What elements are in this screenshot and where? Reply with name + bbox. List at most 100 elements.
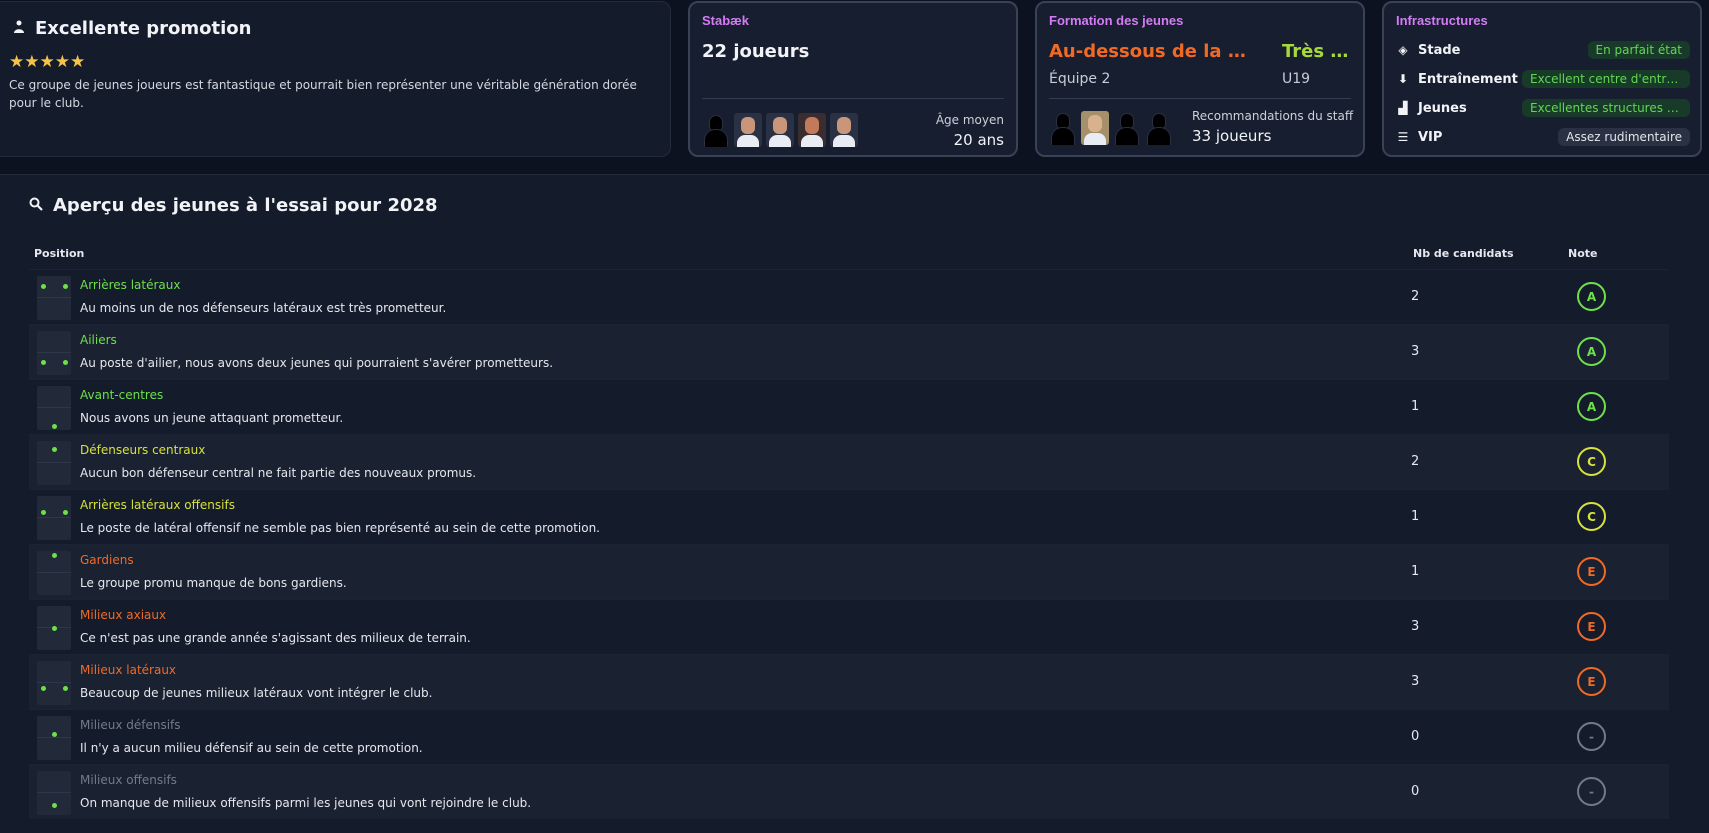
position-description: Le poste de latéral offensif ne semble p… [80, 521, 600, 535]
divider [1049, 98, 1351, 99]
average-age-value: 20 ans [953, 131, 1004, 149]
club-card[interactable]: Stabæk 22 joueurs Âge moyen 20 ans [688, 1, 1018, 157]
infra-label: Stade [1418, 42, 1461, 58]
infra-row-stadium: ◈ Stade En parfait état [1396, 39, 1690, 61]
promotion-title-text: Excellente promotion [35, 18, 252, 39]
grade-badge: A [1577, 392, 1606, 421]
table-row[interactable]: Arrières latéraux Au moins un de nos défe… [29, 269, 1669, 324]
candidate-count: 0 [1411, 729, 1420, 744]
position-dot [41, 686, 46, 691]
position-name: Milieux axiaux [80, 608, 167, 622]
grade-badge: E [1577, 667, 1606, 696]
infra-row-training: ⬇ Entraînement Excellent centre d'entraîn… [1396, 68, 1690, 90]
grade-badge: C [1577, 502, 1606, 531]
candidate-count: 1 [1411, 564, 1420, 579]
position-dot [52, 447, 57, 452]
position-dot [52, 803, 57, 808]
pitch-position-icon [37, 496, 71, 540]
position-name: Milieux défensifs [80, 718, 181, 732]
promotion-title: Excellente promotion [13, 18, 251, 39]
grade-badge: A [1577, 282, 1606, 311]
position-description: Aucun bon défenseur central ne fait part… [80, 466, 477, 480]
position-name: Milieux offensifs [80, 773, 177, 787]
pitch-position-icon [37, 441, 71, 485]
player-avatar [798, 113, 826, 147]
position-dot [52, 424, 57, 429]
team2-label: Équipe 2 [1049, 71, 1111, 87]
player-avatar [1113, 111, 1141, 145]
youth-card-label: Formation des jeunes [1049, 13, 1184, 28]
player-avatar [766, 113, 794, 147]
table-row[interactable]: Arrières latéraux offensifs Le poste de l… [29, 489, 1669, 544]
positions-table: Arrières latéraux Au moins un de nos défe… [29, 269, 1669, 819]
status-badge: Excellentes structures de jeunes [1522, 99, 1690, 117]
grade-badge: - [1577, 722, 1606, 751]
club-player-count: 22 joueurs [702, 41, 810, 62]
table-row[interactable]: Ailiers Au poste d'ailier, nous avons deu… [29, 324, 1669, 379]
table-row[interactable]: Milieux latéraux Beaucoup de jeunes milie… [29, 654, 1669, 709]
position-dot [41, 510, 46, 515]
table-row[interactable]: Milieux offensifs On manque de milieux of… [29, 764, 1669, 819]
staff-recommendations-value: 33 joueurs [1192, 127, 1272, 145]
candidate-count: 0 [1411, 784, 1420, 799]
column-grade[interactable]: Note [1568, 247, 1597, 260]
stadium-icon: ◈ [1398, 43, 1408, 57]
column-candidates[interactable]: Nb de candidats [1413, 247, 1514, 260]
player-avatar [702, 113, 730, 147]
promotion-card: Excellente promotion ★★★★★ Ce groupe de … [0, 1, 671, 157]
pitch-position-icon [37, 386, 71, 430]
infra-label: Jeunes [1418, 100, 1467, 116]
infra-label: Entraînement [1418, 71, 1518, 87]
position-dot [63, 360, 68, 365]
position-description: Le groupe promu manque de bons gardiens. [80, 576, 347, 590]
table-row[interactable]: Milieux défensifs Il n'y a aucun milieu d… [29, 709, 1669, 764]
grade-badge: - [1577, 777, 1606, 806]
position-name: Défenseurs centraux [80, 443, 206, 457]
u19-label: U19 [1282, 71, 1311, 87]
position-dot [52, 732, 57, 737]
pitch-position-icon [37, 551, 71, 595]
candidate-count: 1 [1411, 399, 1420, 414]
pitch-position-icon [37, 661, 71, 705]
column-position[interactable]: Position [34, 247, 84, 260]
position-description: Ce n'est pas une grande année s'agissant… [80, 631, 471, 645]
position-description: On manque de milieux offensifs parmi les… [80, 796, 532, 810]
infra-label: VIP [1418, 129, 1443, 145]
position-dot [41, 284, 46, 289]
position-description: Nous avons un jeune attaquant prometteur… [80, 411, 344, 425]
position-dot [63, 686, 68, 691]
table-row[interactable]: Défenseurs centraux Aucun bon défenseur c… [29, 434, 1669, 489]
rating-stars: ★★★★★ [9, 52, 86, 72]
youth-development-card[interactable]: Formation des jeunes Au-dessous de la mo… [1035, 1, 1365, 157]
player-avatar [1145, 111, 1173, 145]
position-description: Au poste d'ailier, nous avons deux jeune… [80, 356, 554, 370]
club-name: Stabæk [702, 13, 749, 28]
player-avatar [830, 113, 858, 147]
table-header: Position Nb de candidats Note [29, 245, 1669, 269]
position-description: Beaucoup de jeunes milieux latéraux vont… [80, 686, 433, 700]
infrastructure-card[interactable]: Infrastructures ◈ Stade En parfait état ⬇… [1382, 1, 1702, 157]
player-faces [702, 113, 858, 147]
position-dot [52, 626, 57, 631]
table-row[interactable]: Milieux axiaux Ce n'est pas une grande an… [29, 599, 1669, 654]
position-description: Au moins un de nos défenseurs latéraux e… [80, 301, 447, 315]
panel-title-text: Aperçu des jeunes à l'essai pour 2028 [53, 195, 438, 216]
position-name: Milieux latéraux [80, 663, 177, 677]
position-name: Arrières latéraux [80, 278, 181, 292]
player-avatar [734, 113, 762, 147]
player-avatar [1049, 111, 1077, 145]
youth-intake-preview-panel: Aperçu des jeunes à l'essai pour 2028 Po… [0, 174, 1709, 833]
table-row[interactable]: Avant-centres Nous avons un jeune attaqua… [29, 379, 1669, 434]
position-dot [63, 284, 68, 289]
search-icon [29, 195, 43, 216]
table-row[interactable]: Gardiens Le groupe promu manque de bons g… [29, 544, 1669, 599]
position-dot [63, 510, 68, 515]
youth-icon: ▟ [1398, 101, 1408, 115]
grade-badge: E [1577, 557, 1606, 586]
position-dot [52, 553, 57, 558]
recommended-faces [1049, 111, 1173, 145]
position-description: Il n'y a aucun milieu défensif au sein d… [80, 741, 423, 755]
candidate-count: 2 [1411, 289, 1420, 304]
candidate-count: 3 [1411, 674, 1420, 689]
infra-row-youth: ▟ Jeunes Excellentes structures de jeunes [1396, 97, 1690, 119]
